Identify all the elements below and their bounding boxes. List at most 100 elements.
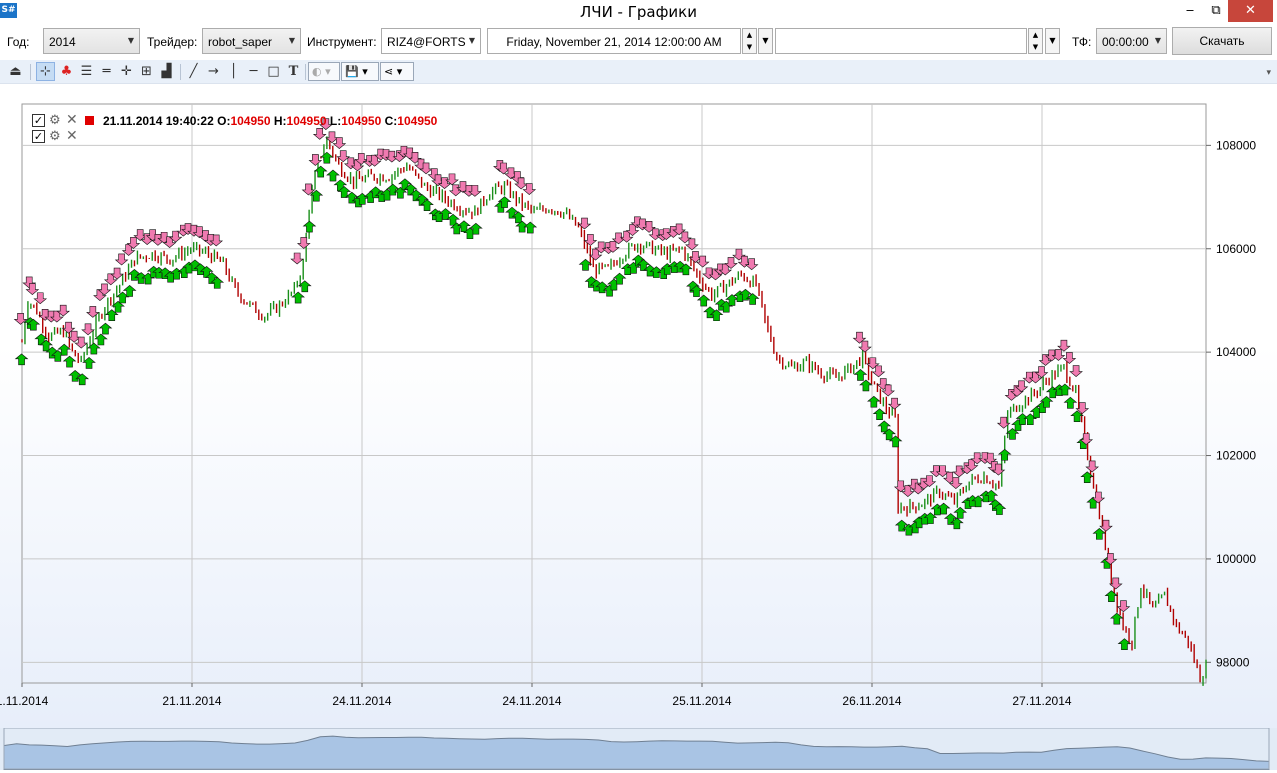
navigator-overview[interactable] bbox=[0, 727, 1277, 771]
x-tick-label: 26.11.2014 bbox=[842, 694, 901, 708]
x-tick-label: 25.11.2014 bbox=[672, 694, 731, 708]
window-title: ЛЧИ - Графики bbox=[580, 3, 697, 21]
buy-arrow-marker bbox=[302, 220, 317, 233]
date-from-spinner[interactable]: ▲ ▼ bbox=[742, 28, 757, 54]
buy-arrow-marker bbox=[997, 448, 1012, 461]
close-icon[interactable]: ✕ bbox=[66, 128, 78, 144]
sell-arrow-marker bbox=[81, 323, 95, 336]
buy-arrow-marker bbox=[1092, 527, 1107, 540]
buy-arrow-marker bbox=[326, 169, 340, 182]
x-tick-label: 24.11.2014 bbox=[502, 694, 561, 708]
x-tick-label: 24.11.2014 bbox=[332, 694, 391, 708]
date-from-calendar-button[interactable]: ▼ bbox=[758, 28, 773, 54]
horizontal-line-icon[interactable]: ═ bbox=[97, 62, 116, 81]
price-chart[interactable]: 98000 100000 102000 104000 106000 108000 1.11.… bbox=[0, 90, 1277, 728]
series-color-swatch bbox=[85, 116, 94, 125]
instrument-label: Инструмент: bbox=[307, 35, 377, 49]
buy-arrow-marker bbox=[98, 322, 113, 335]
open-value: 104950 bbox=[230, 114, 271, 128]
sell-arrow-marker bbox=[1062, 352, 1077, 364]
vertical-line-icon[interactable]: │ bbox=[224, 62, 243, 81]
open-label: O: bbox=[217, 114, 231, 128]
date-to-field[interactable] bbox=[775, 28, 1027, 54]
close-icon[interactable]: ✕ bbox=[66, 112, 78, 128]
share-dropdown[interactable]: ⋖ ▾ bbox=[380, 62, 414, 81]
buy-arrow-marker bbox=[872, 408, 887, 421]
chart-navigator[interactable] bbox=[0, 727, 1277, 771]
crosshair-select-icon[interactable]: ⊹ bbox=[36, 62, 55, 81]
close-value: 104950 bbox=[397, 114, 438, 128]
instrument-dropdown[interactable]: RIZ4@FORTS ▼ bbox=[381, 28, 481, 54]
high-value: 104950 bbox=[286, 114, 327, 128]
download-button[interactable]: Скачать bbox=[1172, 27, 1272, 55]
add-area-icon[interactable]: ⊞ bbox=[137, 62, 156, 81]
date-from-field[interactable]: Friday, November 21, 2014 12:00:00 AM bbox=[487, 28, 741, 54]
toolbar-separator bbox=[180, 64, 181, 80]
buy-arrow-marker bbox=[14, 353, 29, 366]
visibility-checkbox[interactable]: ✓ bbox=[32, 114, 45, 127]
x-tick-label: 1.11.2014 bbox=[0, 694, 49, 708]
indicator-icon[interactable]: ♣ bbox=[57, 62, 76, 81]
instrument-value: RIZ4@FORTS bbox=[387, 35, 466, 49]
gear-icon[interactable]: ⚙ bbox=[49, 113, 61, 128]
y-tick-label: 100000 bbox=[1216, 552, 1256, 566]
close-label: C: bbox=[384, 114, 398, 128]
plot-frame bbox=[21, 103, 1207, 684]
spin-up-icon[interactable]: ▲ bbox=[1029, 29, 1042, 41]
ohlc-readout: 21.11.2014 19:40:22 O:104950 H:104950 L:… bbox=[103, 114, 437, 128]
year-dropdown[interactable]: 2014 ▼ bbox=[43, 28, 140, 54]
buy-arrow-marker bbox=[1063, 396, 1078, 409]
tf-label: ТФ: bbox=[1072, 35, 1092, 49]
horizontal-line-tool-icon[interactable]: ─ bbox=[244, 62, 263, 81]
spin-down-icon[interactable]: ▼ bbox=[743, 41, 756, 53]
trader-dropdown[interactable]: robot_saper ▼ bbox=[202, 28, 301, 54]
low-label: L: bbox=[329, 114, 342, 128]
save-dropdown[interactable]: 💾 ▾ bbox=[341, 62, 379, 81]
visibility-checkbox[interactable]: ✓ bbox=[32, 130, 45, 143]
mouse-mode-dropdown[interactable]: ◐ ▾ bbox=[308, 62, 340, 81]
sell-arrow-marker bbox=[1069, 365, 1083, 377]
gear-icon[interactable]: ⚙ bbox=[49, 129, 61, 144]
chevron-down-icon: ▼ bbox=[1154, 36, 1161, 45]
filter-bar: Год: 2014 ▼ Трейдер: robot_saper ▼ Инстр… bbox=[0, 27, 1277, 57]
toolbar-overflow-icon[interactable]: ▾ bbox=[1266, 68, 1271, 78]
crosshair-icon[interactable]: ✛ bbox=[117, 62, 136, 81]
year-label: Год: bbox=[7, 35, 30, 49]
arrow-icon[interactable]: → bbox=[204, 62, 223, 81]
chart-area[interactable]: 98000 100000 102000 104000 106000 108000 1.11.… bbox=[0, 90, 1277, 728]
sell-arrow-marker bbox=[308, 154, 323, 166]
spin-up-icon[interactable]: ▲ bbox=[743, 29, 756, 41]
y-tick-label: 106000 bbox=[1216, 242, 1256, 256]
buy-arrow-marker bbox=[320, 151, 334, 164]
sell-arrow-marker bbox=[583, 234, 598, 246]
restore-button[interactable]: ⧉ bbox=[1204, 0, 1228, 22]
area-chart-icon[interactable]: ⏏ bbox=[6, 62, 25, 81]
y-tick-label: 102000 bbox=[1216, 449, 1256, 463]
trader-value: robot_saper bbox=[208, 35, 273, 49]
chart-settings-icon[interactable]: ▟ bbox=[157, 62, 176, 81]
toolbar-separator bbox=[30, 64, 31, 80]
sell-arrow-marker bbox=[577, 217, 592, 230]
buy-arrow-marker bbox=[1109, 612, 1124, 625]
text-tool-icon[interactable]: T bbox=[284, 62, 303, 81]
sell-arrow-marker bbox=[86, 306, 100, 318]
trend-line-icon[interactable]: ╱ bbox=[184, 62, 203, 81]
buy-arrow-marker bbox=[62, 355, 77, 368]
minimize-button[interactable]: ‒ bbox=[1176, 0, 1204, 22]
rectangle-icon[interactable]: □ bbox=[264, 62, 283, 81]
date-to-spinner[interactable]: ▲ ▼ bbox=[1028, 28, 1043, 54]
date-to-calendar-button[interactable]: ▼ bbox=[1045, 28, 1060, 54]
tf-dropdown[interactable]: 00:00:00 ▼ bbox=[1096, 28, 1167, 54]
sell-arrow-marker bbox=[290, 252, 304, 265]
sell-arrow-marker bbox=[1116, 600, 1131, 613]
chevron-down-icon: ▼ bbox=[288, 36, 295, 45]
buy-arrow-marker bbox=[313, 165, 328, 178]
sell-arrow-marker bbox=[887, 397, 902, 410]
legend-icon[interactable]: ☰ bbox=[77, 62, 96, 81]
x-tick-label: 21.11.2014 bbox=[162, 694, 221, 708]
spin-down-icon[interactable]: ▼ bbox=[1029, 41, 1042, 53]
buy-arrow-marker bbox=[867, 395, 881, 408]
close-button[interactable]: ✕ bbox=[1228, 0, 1273, 22]
trader-label: Трейдер: bbox=[147, 35, 198, 49]
chart-toolbar: ⏏ ⊹ ♣ ☰ ═ ✛ ⊞ ▟ ╱ → │ ─ □ T ◐ ▾ 💾 ▾ ⋖ ▾ … bbox=[0, 60, 1277, 84]
